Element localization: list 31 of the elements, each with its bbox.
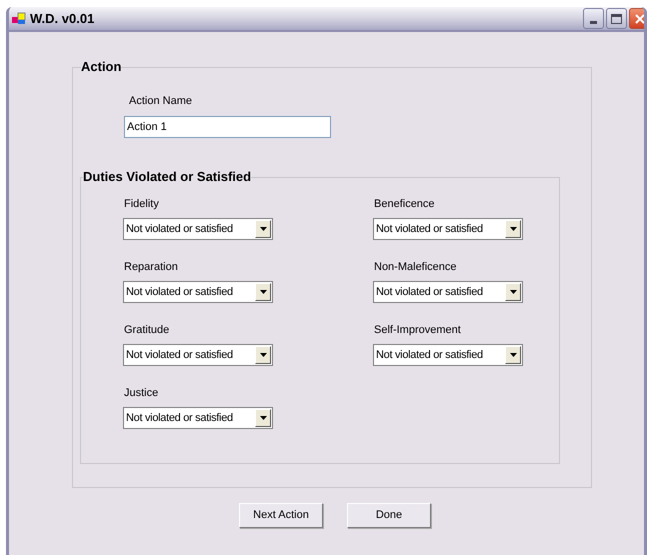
dropdown[interactable]: Not violated or satisfied <box>123 218 273 240</box>
field-label: Gratitude <box>123 324 170 337</box>
field-label: Fidelity <box>123 198 160 211</box>
caret-icon <box>260 353 266 357</box>
caret-icon <box>510 290 516 294</box>
caret-icon <box>260 290 266 294</box>
push-button[interactable]: Done <box>347 503 431 528</box>
window-title: W.D. v0.01 <box>30 10 94 28</box>
dropdown[interactable]: Not violated or satisfied <box>123 344 273 366</box>
dropdown[interactable]: Not violated or satisfied <box>123 281 273 303</box>
caret-icon <box>260 416 266 420</box>
field-label: Self-Improvement <box>373 324 462 337</box>
app-icon <box>11 10 27 26</box>
field-label: Non-Maleficence <box>373 261 458 274</box>
maximize-button[interactable] <box>606 8 627 29</box>
dropdown[interactable]: Not violated or satisfied <box>373 281 523 303</box>
caret-icon <box>260 227 266 231</box>
field-label: Justice <box>123 387 160 400</box>
field-label: Action Name <box>128 95 193 108</box>
input-field[interactable]: Action 1 <box>124 116 331 138</box>
caret-icon <box>510 353 516 357</box>
field-label: Reparation <box>123 261 179 274</box>
minimize-button[interactable] <box>583 8 604 29</box>
push-button[interactable]: Next Action <box>239 503 323 528</box>
close-icon <box>634 12 644 24</box>
dropdown[interactable]: Not violated or satisfied <box>373 344 523 366</box>
caret-icon <box>510 227 516 231</box>
field-label: Beneficence <box>373 198 436 211</box>
dropdown[interactable]: Not violated or satisfied <box>123 407 273 429</box>
dropdown[interactable]: Not violated or satisfied <box>373 218 523 240</box>
close-button[interactable] <box>629 8 644 29</box>
